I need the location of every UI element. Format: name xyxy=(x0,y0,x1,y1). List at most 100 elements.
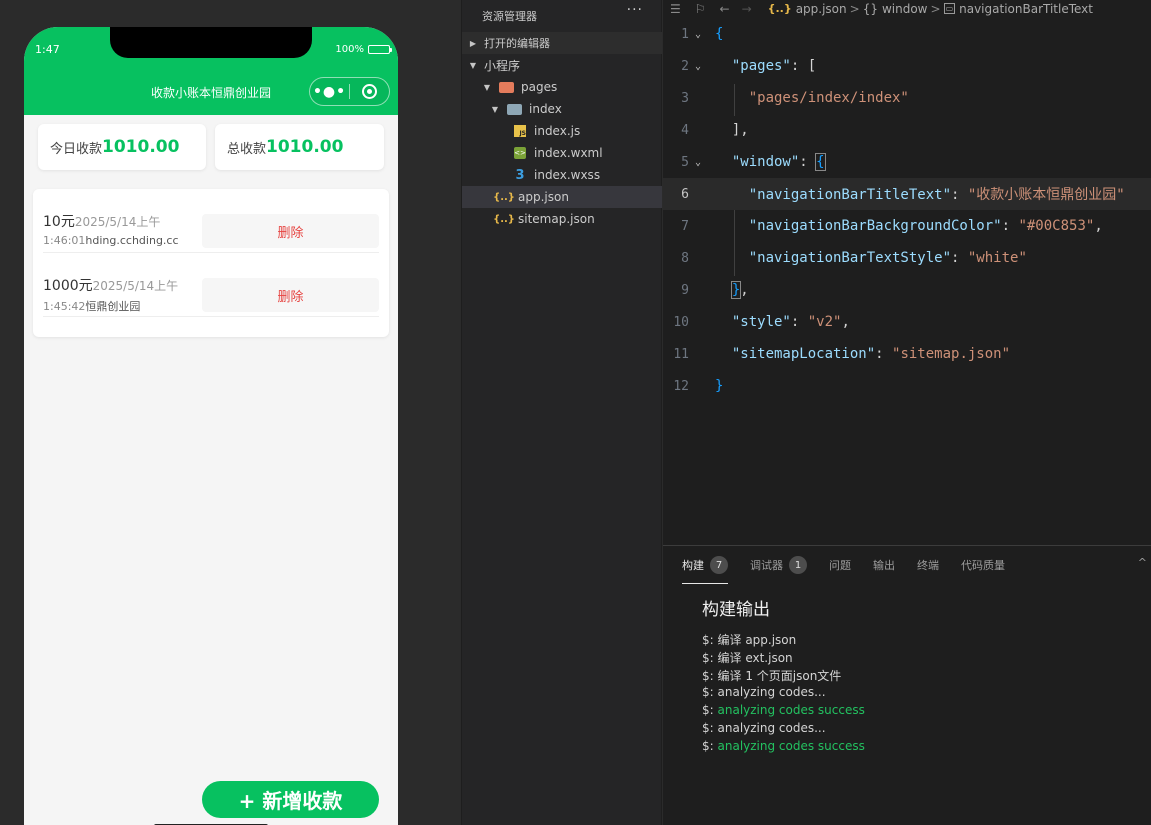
breadcrumb-separator: > xyxy=(930,1,941,16)
explorer-panel: 资源管理器 ··· ▶ 打开的编辑器 ▼ 小程序 ▼ pages ▼ index… xyxy=(461,0,662,825)
tree-item-label: index.js xyxy=(534,124,581,138)
output-line: $: 编译 app.json xyxy=(702,633,797,647)
wxss-file-icon: 3 xyxy=(515,167,525,183)
tree-item-label: sitemap.json xyxy=(518,212,595,226)
record-payer: hding.cchding.cc xyxy=(85,234,179,247)
devtools-window: 1:47 100% 收款小账本恒鼎创业园 •●• 今日收款 1010.00 总收… xyxy=(0,0,1151,825)
section-open-editors[interactable]: ▶ 打开的编辑器 xyxy=(462,32,662,54)
tree-item-index-js[interactable]: JS index.js xyxy=(462,120,662,142)
section-label: 打开的编辑器 xyxy=(484,37,550,50)
total-income-label: 总收款 xyxy=(227,141,267,157)
code-line: 1 ⌄ { xyxy=(681,26,724,42)
tree-item-app-json[interactable]: {..} app.json xyxy=(462,186,662,208)
record-payer: 恒鼎创业园 xyxy=(85,300,141,313)
breadcrumb-file[interactable]: app.json xyxy=(796,2,847,16)
add-income-button[interactable]: + 新增收款 xyxy=(202,781,379,818)
tree-item-label: index xyxy=(529,102,562,116)
json-file-icon: {..} xyxy=(493,191,515,203)
delete-button[interactable]: 删除 xyxy=(202,278,379,312)
list-icon[interactable]: ☰ xyxy=(670,2,681,16)
tree-item-pages[interactable]: ▼ pages xyxy=(462,76,662,98)
tab-output[interactable]: 输出 xyxy=(873,554,895,576)
code-line: 3 "pages/index/index" xyxy=(681,90,909,106)
total-income-value: 1010.00 xyxy=(266,137,344,157)
folder-icon xyxy=(507,103,522,115)
record-amount: 10元2025/5/14上午 xyxy=(43,214,161,230)
tree-item-label: app.json xyxy=(518,190,569,204)
tree-item-label: index.wxml xyxy=(534,146,603,160)
code-line: 10 "style": "v2", xyxy=(673,314,850,330)
folder-icon xyxy=(499,81,514,93)
tab-code-quality[interactable]: 代码质量 xyxy=(961,554,1005,576)
phone-frame: 1:47 100% 收款小账本恒鼎创业园 •●• 今日收款 1010.00 总收… xyxy=(24,27,398,825)
tab-build[interactable]: 构建 7 xyxy=(682,554,728,584)
record-subline: 1:45:42恒鼎创业园 xyxy=(43,298,140,314)
build-count-badge: 7 xyxy=(710,556,728,574)
today-income-value: 1010.00 xyxy=(102,137,180,157)
output-line: $: 编译 ext.json xyxy=(702,651,793,665)
chevron-right-icon: ▶ xyxy=(469,38,477,48)
forward-arrow-icon[interactable]: → xyxy=(742,2,752,16)
status-battery: 100% xyxy=(335,44,392,55)
output-line: $: analyzing codes success xyxy=(702,703,865,717)
breadcrumb: ☰ ⚐ ← → {..} app.json > {} window > ▭ na… xyxy=(663,0,1151,17)
battery-icon xyxy=(368,45,392,54)
output-line: $: analyzing codes... xyxy=(702,685,826,699)
code-line: 8 "navigationBarTextStyle": "white" xyxy=(681,250,1027,266)
simulator-pane: 1:47 100% 收款小账本恒鼎创业园 •●• 今日收款 1010.00 总收… xyxy=(0,0,461,825)
record-date: 2025/5/14上午 xyxy=(74,215,161,229)
output-panel: 构建 7 调试器 1 问题 输出 终端 代码质量 ^ 构建输出 $: 编译 app.… xyxy=(663,545,1151,825)
json-file-icon: {..} xyxy=(493,213,515,225)
tree-item-index-wxml[interactable]: <> index.wxml xyxy=(462,142,662,164)
menu-capsule[interactable]: •●• xyxy=(309,77,390,106)
section-label: 小程序 xyxy=(484,58,521,73)
record-time: 1:45:42 xyxy=(43,300,86,313)
fold-chevron-icon[interactable]: ⌄ xyxy=(695,61,701,72)
record-subline: 1:46:01hding.cchding.cc xyxy=(43,234,179,247)
tab-terminal[interactable]: 终端 xyxy=(917,554,939,576)
back-arrow-icon[interactable]: ← xyxy=(720,2,730,16)
today-income-card: 今日收款 1010.00 xyxy=(38,124,206,170)
record-amount: 1000元2025/5/14上午 xyxy=(43,278,179,294)
breadcrumb-separator: > xyxy=(849,1,860,16)
tree-item-index-wxss[interactable]: 3 index.wxss xyxy=(462,164,662,186)
section-project[interactable]: ▼ 小程序 xyxy=(462,54,662,76)
output-line: $: analyzing codes... xyxy=(702,721,826,735)
tab-debugger[interactable]: 调试器 1 xyxy=(750,554,807,576)
fold-chevron-icon[interactable]: ⌄ xyxy=(695,29,701,40)
code-line: 9 }, xyxy=(681,281,749,299)
code-line: 11 "sitemapLocation": "sitemap.json" xyxy=(673,346,1011,362)
delete-button[interactable]: 删除 xyxy=(202,214,379,248)
bookmark-icon[interactable]: ⚐ xyxy=(695,2,706,16)
chevron-down-icon: ▼ xyxy=(491,104,499,114)
wxml-file-icon: <> xyxy=(514,147,526,159)
fold-chevron-icon[interactable]: ⌄ xyxy=(695,157,701,168)
tree-item-index-folder[interactable]: ▼ index xyxy=(462,98,662,120)
more-icon[interactable]: •●• xyxy=(310,84,349,100)
list-item: 1000元2025/5/14上午 1:45:42恒鼎创业园 删除 xyxy=(43,253,379,317)
output-line: $: 编译 1 个页面json文件 xyxy=(702,669,842,683)
breadcrumb-property[interactable]: navigationBarTitleText xyxy=(959,2,1093,16)
records-list: 10元2025/5/14上午 1:46:01hding.cchding.cc 删… xyxy=(33,189,389,337)
list-item: 10元2025/5/14上午 1:46:01hding.cchding.cc 删… xyxy=(43,189,379,253)
status-time: 1:47 xyxy=(35,43,60,56)
json-file-icon: {..} xyxy=(767,2,792,15)
chevron-up-icon[interactable]: ^ xyxy=(1138,556,1147,569)
close-miniprogram-icon[interactable] xyxy=(350,84,389,99)
code-editor[interactable]: ☰ ⚐ ← → {..} app.json > {} window > ▭ na… xyxy=(663,0,1151,545)
code-line: 2 ⌄ "pages": [ xyxy=(681,58,817,74)
battery-percent: 100% xyxy=(335,44,364,55)
explorer-more-icon[interactable]: ··· xyxy=(627,2,643,18)
chevron-down-icon: ▼ xyxy=(469,60,477,70)
breadcrumb-object[interactable]: window xyxy=(882,2,928,16)
code-line-current: 6 "navigationBarTitleText": "收款小账本恒鼎创业园" xyxy=(663,178,1151,210)
today-income-label: 今日收款 xyxy=(50,141,103,157)
js-file-icon: JS xyxy=(514,125,526,137)
chevron-down-icon: ▼ xyxy=(483,82,491,92)
output-title: 构建输出 xyxy=(702,600,770,620)
tab-problems[interactable]: 问题 xyxy=(829,554,851,576)
tree-item-sitemap-json[interactable]: {..} sitemap.json xyxy=(462,208,662,230)
tree-item-label: pages xyxy=(521,80,558,94)
braces-icon: {} xyxy=(862,1,878,16)
debugger-count-badge: 1 xyxy=(789,556,807,574)
